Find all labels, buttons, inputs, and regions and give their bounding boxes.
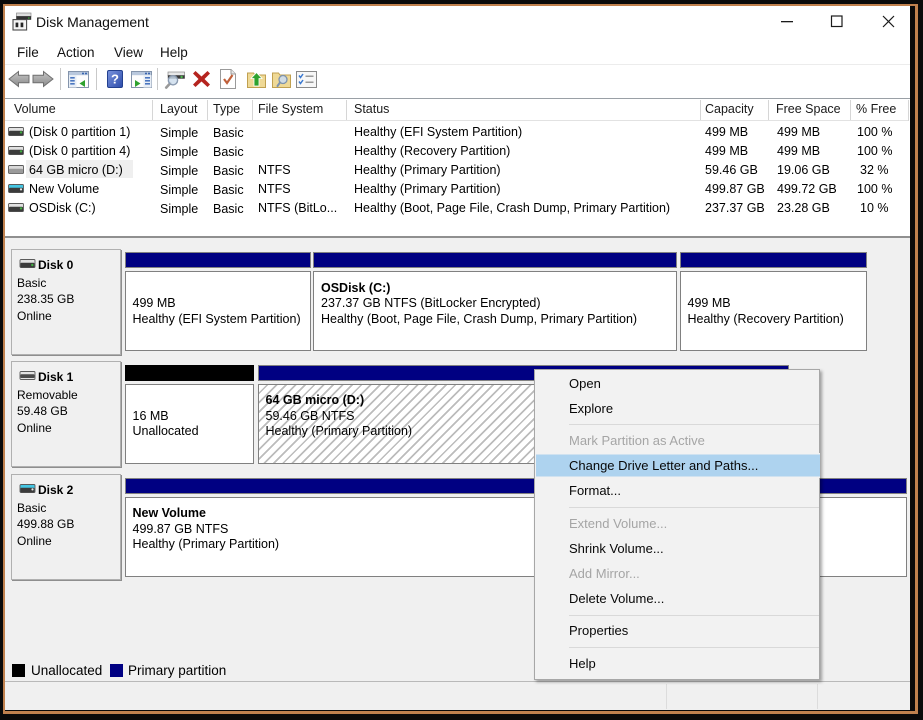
svg-text:?: ?	[111, 72, 119, 87]
